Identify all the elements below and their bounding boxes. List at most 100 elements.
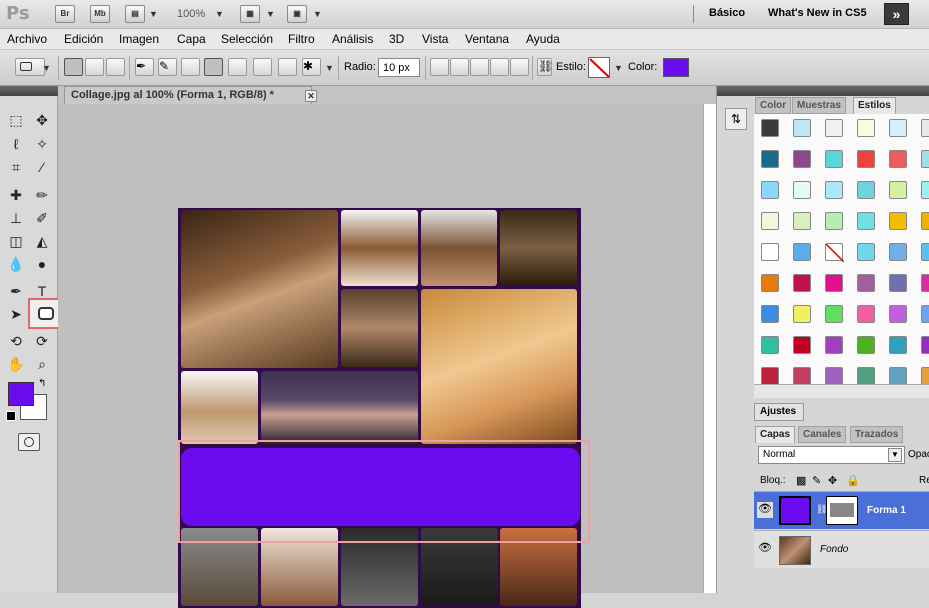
menu-ventana[interactable]: Ventana — [465, 32, 509, 46]
style-swatch[interactable] — [921, 305, 929, 323]
rectangle-button[interactable] — [181, 58, 200, 76]
3d-rotate-icon[interactable]: ⟲ — [5, 330, 27, 352]
eraser-tool-icon[interactable]: ◫ — [5, 230, 27, 252]
new-shape-layer-button[interactable] — [430, 58, 449, 76]
intersect-shape-button[interactable] — [490, 58, 509, 76]
style-swatch[interactable] — [825, 181, 843, 199]
menu-seleccion[interactable]: Selección — [221, 32, 273, 46]
foreground-color[interactable] — [8, 382, 34, 406]
menu-vista[interactable]: Vista — [422, 32, 448, 46]
arrange-documents-button[interactable]: ▦ — [240, 5, 260, 23]
style-swatch[interactable] — [889, 181, 907, 199]
style-swatch[interactable] — [761, 119, 779, 137]
style-swatch[interactable] — [761, 150, 779, 168]
style-swatch[interactable] — [793, 119, 811, 137]
menu-edicion[interactable]: Edición — [64, 32, 103, 46]
style-swatch[interactable] — [761, 243, 779, 261]
tab-canales[interactable]: Canales — [798, 426, 847, 443]
brush-tool-icon[interactable]: ✏ — [31, 184, 53, 206]
workspace-basico[interactable]: Básico — [709, 7, 745, 19]
workspace-whats-new[interactable]: What's New in CS5 — [768, 7, 867, 19]
lock-pixels-icon[interactable]: ✎ — [812, 474, 821, 487]
rounded-rectangle-button[interactable] — [204, 58, 223, 76]
style-swatch[interactable] — [857, 274, 875, 292]
eyedropper-icon[interactable]: ⁄ — [31, 156, 53, 178]
view-extras-button[interactable]: ▤ — [125, 5, 145, 23]
pen-tool-icon[interactable]: ✒ — [5, 280, 27, 302]
style-swatch[interactable] — [761, 212, 779, 230]
quick-mask-button[interactable] — [18, 433, 40, 451]
more-workspaces-button[interactable]: » — [884, 3, 909, 25]
style-swatch[interactable] — [857, 336, 875, 354]
layer-row-fondo[interactable]: 👁 Fondo — [754, 530, 929, 568]
style-swatch[interactable] — [889, 305, 907, 323]
chevron-down-icon[interactable]: ▼ — [614, 63, 623, 73]
ellipse-button[interactable] — [228, 58, 247, 76]
style-swatch[interactable] — [857, 212, 875, 230]
style-swatch[interactable] — [921, 181, 929, 199]
chevron-down-icon[interactable]: ▼ — [313, 9, 322, 19]
style-swatch[interactable] — [761, 336, 779, 354]
exclude-shape-button[interactable] — [510, 58, 529, 76]
menu-ayuda[interactable]: Ayuda — [526, 32, 560, 46]
style-swatch[interactable] — [825, 336, 843, 354]
hand-tool-icon[interactable]: ✋ — [5, 353, 27, 375]
panel-strip-header[interactable] — [717, 86, 755, 96]
lasso-tool-icon[interactable]: ℓ — [5, 133, 27, 155]
style-swatch[interactable] — [793, 336, 811, 354]
zoom-level[interactable]: 100% — [177, 8, 205, 20]
style-swatch[interactable] — [793, 305, 811, 323]
style-swatch[interactable] — [793, 274, 811, 292]
tab-muestras[interactable]: Muestras — [792, 97, 846, 114]
paths-button[interactable] — [85, 58, 104, 76]
quick-selection-icon[interactable]: ✧ — [31, 133, 53, 155]
fill-pixels-button[interactable] — [106, 58, 125, 76]
eye-icon[interactable]: 👁 — [757, 541, 773, 557]
freeform-pen-button[interactable]: ✎ — [158, 58, 177, 76]
default-colors-icon[interactable] — [6, 411, 16, 421]
style-swatch[interactable] — [825, 119, 843, 137]
style-swatch[interactable] — [825, 305, 843, 323]
chevron-down-icon[interactable]: ▼ — [42, 63, 51, 73]
style-swatch[interactable] — [857, 367, 875, 385]
style-swatch[interactable] — [889, 367, 907, 385]
style-swatch[interactable] — [921, 119, 929, 137]
style-swatch[interactable] — [857, 150, 875, 168]
crop-tool-icon[interactable]: ⌗ — [5, 156, 27, 178]
custom-shape-button[interactable]: ✱ — [302, 58, 321, 76]
style-swatch[interactable] — [857, 119, 875, 137]
style-swatch[interactable] — [889, 336, 907, 354]
menu-capa[interactable]: Capa — [177, 32, 206, 46]
menu-imagen[interactable]: Imagen — [119, 32, 159, 46]
tab-color[interactable]: Color — [755, 97, 792, 114]
toolbox-header[interactable] — [0, 86, 58, 96]
vertical-scrollbar[interactable] — [703, 104, 716, 593]
chevron-down-icon[interactable]: ▼ — [215, 9, 224, 19]
swap-colors-icon[interactable]: ↰ — [38, 378, 46, 389]
layer-fill-thumbnail[interactable] — [779, 496, 811, 525]
lock-transparency-icon[interactable]: ▩ — [796, 474, 806, 487]
radius-input[interactable] — [378, 58, 420, 77]
link-icon[interactable]: ⛓ — [537, 58, 553, 76]
lock-all-icon[interactable]: 🔒 — [846, 474, 860, 487]
blend-mode-select[interactable]: Normal ▼ — [758, 446, 905, 464]
menu-filtro[interactable]: Filtro — [288, 32, 315, 46]
shape-layers-button[interactable] — [64, 58, 83, 76]
style-swatch[interactable] — [889, 274, 907, 292]
style-swatch[interactable] — [793, 243, 811, 261]
style-swatch[interactable] — [921, 336, 929, 354]
path-selection-icon[interactable]: ➤ — [5, 303, 27, 325]
paint-bucket-icon[interactable]: ◭ — [31, 230, 53, 252]
3d-orbit-icon[interactable]: ⟳ — [31, 330, 53, 352]
tool-preset-picker[interactable] — [15, 58, 45, 76]
style-swatch[interactable] — [889, 243, 907, 261]
close-icon[interactable]: ✕ — [305, 90, 317, 102]
subtract-shape-button[interactable] — [470, 58, 489, 76]
style-swatch[interactable] — [793, 150, 811, 168]
tab-capas[interactable]: Capas — [755, 426, 796, 443]
clone-stamp-icon[interactable]: ⊥ — [5, 207, 27, 229]
chevron-down-icon[interactable]: ▼ — [325, 63, 334, 73]
marquee-tool-icon[interactable]: ⬚ — [5, 109, 27, 131]
tab-trazados[interactable]: Trazados — [850, 426, 904, 443]
layer-row-forma-1[interactable]: 👁 ⛓ Forma 1 — [754, 491, 929, 529]
